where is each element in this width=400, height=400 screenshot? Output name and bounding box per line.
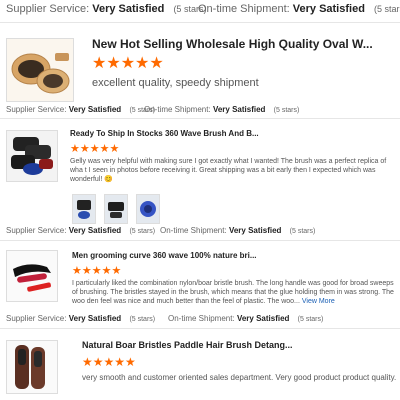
smile-emoji-icon: 😊 — [104, 176, 113, 183]
on-time-shipment-stars: (5 stars) — [373, 4, 400, 14]
review-photo[interactable] — [72, 194, 96, 224]
hair-brush-image-art — [7, 341, 57, 393]
product-title-link[interactable]: Natural Boar Bristles Paddle Hair Brush … — [82, 340, 392, 350]
supplier-service-label: Supplier Service: — [6, 226, 67, 235]
divider — [0, 328, 400, 329]
on-time-shipment-rating: On-time Shipment: Very Satisfied (5 star… — [198, 3, 400, 15]
on-time-shipment-stars: (5 stars) — [297, 316, 324, 323]
divider — [0, 118, 400, 119]
supplier-service-stars: (5 stars) — [129, 228, 156, 235]
on-time-shipment-value: Very Satisfied — [292, 3, 365, 15]
hair-brush-image[interactable] — [6, 38, 74, 102]
hair-brush-image-art — [7, 39, 73, 101]
review-text: very smooth and customer oriented sales … — [82, 373, 397, 382]
supplier-service-rating: Supplier Service: Very Satisfied (5 star… — [6, 314, 155, 323]
divider — [0, 22, 400, 23]
on-time-shipment-stars: (5 stars) — [289, 228, 316, 235]
on-time-shipment-label: On-time Shipment: — [198, 3, 290, 15]
supplier-service-rating: Supplier Service: Very Satisfied (5 star… — [6, 105, 155, 114]
supplier-service-label: Supplier Service: — [6, 314, 67, 323]
on-time-shipment-rating: On-time Shipment: Very Satisfied (5 star… — [144, 105, 299, 114]
on-time-shipment-label: On-time Shipment: — [160, 226, 227, 235]
review-photo-art — [137, 195, 159, 223]
view-more-link[interactable]: View More — [302, 298, 335, 305]
supplier-service-label: Supplier Service: — [6, 105, 67, 114]
review-photo-art — [105, 195, 127, 223]
review-photo[interactable] — [136, 194, 160, 224]
on-time-shipment-stars: (5 stars) — [273, 107, 300, 114]
review-photo[interactable] — [104, 194, 128, 224]
star-rating: ★★★★★ — [92, 55, 164, 72]
on-time-shipment-label: On-time Shipment: — [144, 105, 211, 114]
on-time-shipment-value: Very Satisfied — [228, 226, 282, 235]
supplier-service-value: Very Satisfied — [68, 226, 122, 235]
product-title-link[interactable]: Ready To Ship In Stocks 360 Wave Brush A… — [70, 129, 390, 138]
on-time-shipment-value: Very Satisfied — [236, 314, 290, 323]
product-title-link[interactable]: New Hot Selling Wholesale High Quality O… — [92, 37, 392, 51]
hair-brush-image-art — [7, 131, 57, 181]
review-text-body: Gelly was very helpful with making sure … — [70, 158, 387, 183]
star-rating: ★★★★★ — [70, 143, 120, 155]
on-time-shipment-rating: On-time Shipment: Very Satisfied (5 star… — [168, 314, 323, 323]
hair-brush-image[interactable] — [6, 250, 58, 302]
supplier-service-stars: (5 stars) — [129, 316, 156, 323]
hair-brush-image-art — [7, 251, 57, 301]
divider — [0, 240, 400, 241]
review-text: Gelly was very helpful with making sure … — [70, 157, 394, 187]
on-time-shipment-rating: On-time Shipment: Very Satisfied (5 star… — [160, 226, 315, 235]
supplier-service-value: Very Satisfied — [92, 3, 165, 15]
hair-brush-image[interactable] — [6, 130, 58, 182]
review-photo-art — [73, 195, 95, 223]
star-rating: ★★★★★ — [72, 265, 122, 277]
on-time-shipment-value: Very Satisfied — [212, 105, 266, 114]
hair-brush-image[interactable] — [6, 340, 58, 394]
review-text: I particularly liked the combination nyl… — [72, 279, 394, 307]
supplier-service-rating: Supplier Service: Very Satisfied (5 star… — [6, 3, 206, 15]
supplier-service-value: Very Satisfied — [68, 314, 122, 323]
product-title-link[interactable]: Men grooming curve 360 wave 100% nature … — [72, 251, 392, 260]
supplier-service-label: Supplier Service: — [6, 3, 90, 15]
star-rating: ★★★★★ — [82, 355, 136, 369]
supplier-service-rating: Supplier Service: Very Satisfied (5 star… — [6, 226, 155, 235]
review-text: excellent quality, speedy shipment — [92, 77, 259, 89]
supplier-service-value: Very Satisfied — [68, 105, 122, 114]
review-text-body: I particularly liked the combination nyl… — [72, 280, 394, 305]
on-time-shipment-label: On-time Shipment: — [168, 314, 235, 323]
